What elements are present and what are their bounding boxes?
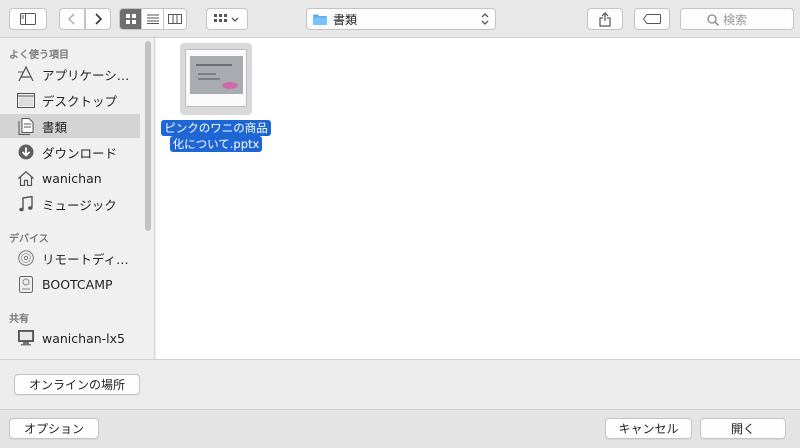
options-button[interactable]: オプション (9, 418, 99, 439)
tag-button[interactable] (634, 8, 670, 30)
back-button[interactable] (59, 8, 85, 30)
sidebar-item-label: 書類 (42, 119, 68, 135)
sidebar: よく使う項目 アプリケーション デスクトップ 書類 ダウンロード wanicha… (0, 38, 155, 359)
sidebar-item-remote-disc[interactable]: リモートディスク (0, 246, 140, 270)
folder-icon (313, 14, 327, 25)
group-by-button[interactable] (206, 8, 248, 30)
search-icon (707, 14, 719, 26)
sidebar-item-label: アプリケーション (42, 67, 140, 83)
sidebar-item-label: wanichan-lx5 (42, 330, 125, 346)
file-browser: ピンクのワニの商品 化について.pptx (156, 38, 800, 359)
sidebar-item-home[interactable]: wanichan (0, 166, 140, 190)
list-icon (146, 14, 159, 24)
view-mode-control (119, 8, 187, 30)
applications-icon (16, 64, 36, 84)
chevron-right-icon (95, 13, 102, 25)
drive-icon (16, 274, 36, 294)
columns-icon (168, 14, 182, 24)
sidebar-icon (20, 13, 36, 25)
sidebar-item-label: wanichan (42, 170, 102, 186)
sidebar-item-label: ダウンロード (42, 145, 118, 161)
tag-icon (643, 14, 661, 24)
sidebar-section-favorites: よく使う項目 (9, 50, 69, 61)
path-folder-label: 書類 (333, 12, 358, 27)
home-icon (16, 168, 36, 188)
sidebar-item-applications[interactable]: アプリケーション (0, 62, 140, 86)
file-name: ピンクのワニの商品 化について.pptx (160, 120, 272, 152)
sidebar-toggle-button[interactable] (9, 8, 47, 30)
icon-view-button[interactable] (120, 9, 142, 29)
toolbar: 書類 検索 (0, 0, 800, 38)
slide-preview (190, 56, 243, 94)
sidebar-section-devices: デバイス (9, 234, 49, 245)
sidebar-item-desktop[interactable]: デスクトップ (0, 88, 140, 112)
dialog-footer: オプション キャンセル 開く (0, 409, 800, 448)
sidebar-item-bootcamp[interactable]: BOOTCAMP (0, 272, 140, 296)
online-locations-button[interactable]: オンラインの場所 (14, 374, 140, 395)
desktop-icon (16, 90, 36, 110)
search-placeholder: 検索 (723, 12, 748, 27)
file-name-line2: 化について.pptx (169, 136, 263, 152)
path-popup[interactable]: 書類 (306, 8, 496, 30)
grid-icon (125, 14, 136, 24)
remote-disc-icon (16, 248, 36, 268)
sidebar-item-label: ミュージック (42, 197, 117, 213)
list-view-button[interactable] (142, 9, 164, 29)
sidebar-item-music[interactable]: ミュージック (0, 192, 140, 216)
sidebar-item-label: デスクトップ (42, 93, 118, 109)
updown-chevron-icon (481, 13, 489, 25)
share-button[interactable] (587, 8, 623, 30)
column-view-button[interactable] (164, 9, 186, 29)
sidebar-item-label: BOOTCAMP (42, 276, 113, 292)
pptx-thumbnail (185, 49, 247, 107)
downloads-icon (16, 142, 36, 162)
music-icon (16, 194, 36, 214)
forward-button[interactable] (85, 8, 111, 30)
chevron-left-icon (68, 13, 75, 25)
sidebar-section-shared: 共有 (9, 314, 29, 325)
sidebar-item-documents[interactable]: 書類 (0, 114, 140, 138)
cancel-button[interactable]: キャンセル (605, 418, 692, 439)
search-field[interactable]: 検索 (680, 8, 794, 30)
share-icon (599, 11, 611, 27)
file-name-line1: ピンクのワニの商品 (161, 120, 271, 136)
sidebar-item-downloads[interactable]: ダウンロード (0, 140, 140, 164)
sidebar-item-wanichan-lx5[interactable]: wanichan-lx5 (0, 326, 140, 350)
sidebar-scrollbar[interactable] (145, 41, 151, 231)
open-button[interactable]: 開く (700, 418, 786, 439)
sidebar-item-label: リモートディスク (42, 251, 140, 267)
computer-icon (16, 328, 36, 348)
online-locations-bar: オンラインの場所 (0, 359, 800, 409)
group-grid-icon (214, 14, 239, 22)
documents-icon (16, 116, 36, 136)
